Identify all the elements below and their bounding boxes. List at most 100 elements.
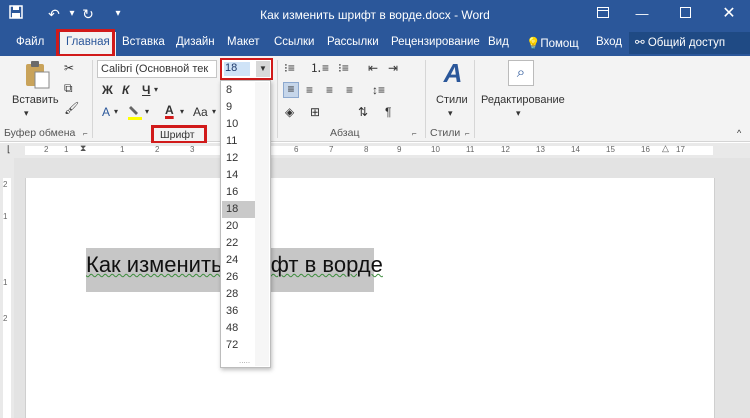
font-size-option[interactable]: 10 xyxy=(222,116,255,133)
title-bar: ↶ ▾ ↻ ▾ Как изменить шрифт в ворде.docx … xyxy=(0,0,750,30)
underline-dropdown-icon[interactable]: ▾ xyxy=(154,86,158,94)
font-size-option[interactable]: 22 xyxy=(222,235,255,252)
tell-me[interactable]: 💡Помощ xyxy=(526,36,579,50)
show-formatting-icon[interactable]: ¶ xyxy=(385,106,391,118)
line-spacing-icon[interactable]: ↕≡ xyxy=(372,84,385,96)
dialog-launcher-icon[interactable]: ⌐ xyxy=(83,129,88,138)
font-size-option[interactable]: 14 xyxy=(222,167,255,184)
indent-marker-icon[interactable]: ⧗ xyxy=(80,144,86,153)
horizontal-ruler[interactable]: ⌊ ⧗ △ 2 1 1 2 3 4 5 6 7 8 9 10 11 12 13 … xyxy=(0,143,750,158)
tab-selector-icon[interactable]: ⌊ xyxy=(7,145,11,154)
editing-button[interactable]: Редактирование xyxy=(481,94,565,106)
close-button[interactable]: ✕ xyxy=(712,0,746,30)
dialog-launcher-icon[interactable]: ⌐ xyxy=(465,129,470,138)
justify-icon[interactable]: ≡ xyxy=(346,84,353,96)
bold-button[interactable]: Ж xyxy=(102,84,113,96)
bullets-icon[interactable]: ⁝≡ xyxy=(284,62,295,74)
ribbon-tabs: Файл Главная Вставка Дизайн Макет Ссылки… xyxy=(0,30,750,56)
document-page[interactable] xyxy=(25,178,715,418)
font-color-glyph: A xyxy=(165,103,174,117)
ribbon-display-icon[interactable] xyxy=(586,0,620,30)
numbering-icon[interactable]: ⒈≡ xyxy=(310,62,329,74)
font-size-option[interactable]: 48 xyxy=(222,320,255,337)
font-size-value[interactable]: 18 xyxy=(224,62,250,76)
vertical-ruler[interactable]: 2 1 1 2 xyxy=(0,158,14,418)
font-size-option[interactable]: 26 xyxy=(222,269,255,286)
maximize-button[interactable] xyxy=(668,0,702,30)
ruler-number: 1 xyxy=(64,145,69,154)
tab-insert[interactable]: Вставка xyxy=(122,36,165,48)
font-size-option[interactable]: 36 xyxy=(222,303,255,320)
font-size-option[interactable]: 20 xyxy=(222,218,255,235)
minimize-button[interactable]: — xyxy=(625,0,659,30)
font-color-dropdown-icon[interactable]: ▾ xyxy=(180,108,184,116)
resize-grip[interactable]: ..... xyxy=(239,356,250,365)
font-size-option[interactable]: 24 xyxy=(222,252,255,269)
sort-icon[interactable]: ⇅ xyxy=(358,106,368,118)
font-size-option-selected[interactable]: 18 xyxy=(222,201,255,218)
chevron-down-icon[interactable]: ▼ xyxy=(256,61,270,77)
font-size-input[interactable]: 18 ▼ xyxy=(220,58,273,80)
ruler-number: 15 xyxy=(606,145,615,154)
vruler-number: 1 xyxy=(3,278,8,287)
right-indent-marker-icon[interactable]: △ xyxy=(662,144,669,153)
tab-mailings[interactable]: Рассылки xyxy=(327,36,379,48)
clipboard-group-label: Буфер обмена xyxy=(4,127,76,139)
paste-dropdown-icon[interactable]: ▾ xyxy=(24,108,29,119)
font-size-option[interactable]: 16 xyxy=(222,184,255,201)
highlight-dropdown-icon[interactable]: ▾ xyxy=(145,108,149,116)
tab-file[interactable]: Файл xyxy=(16,36,44,48)
font-size-option[interactable]: 12 xyxy=(222,150,255,167)
align-center-icon[interactable]: ≡ xyxy=(306,84,313,96)
change-case-button[interactable]: Aa xyxy=(193,106,208,118)
align-right-icon[interactable]: ≡ xyxy=(326,84,333,96)
tab-design[interactable]: Дизайн xyxy=(176,36,215,48)
share-button[interactable]: ⚯ Общий доступ xyxy=(629,32,750,54)
tab-view[interactable]: Вид xyxy=(488,36,509,48)
vruler-number: 2 xyxy=(3,314,8,323)
cut-icon[interactable]: ✂ xyxy=(64,62,74,74)
group-separator xyxy=(92,60,93,138)
editing-dropdown-icon[interactable]: ▾ xyxy=(516,108,521,119)
underline-button[interactable]: Ч xyxy=(142,84,150,96)
font-size-option[interactable]: 8 xyxy=(222,82,255,99)
increase-indent-icon[interactable]: ⇥ xyxy=(388,62,398,74)
dialog-launcher-icon[interactable]: ⌐ xyxy=(412,129,417,138)
text-effects-icon[interactable]: A xyxy=(102,106,110,118)
ruler-number: 17 xyxy=(676,145,685,154)
copy-icon[interactable]: ⧉ xyxy=(64,82,73,94)
font-size-dropdown[interactable]: 8 9 10 11 12 14 16 18 20 22 24 26 28 36 … xyxy=(220,80,271,368)
tab-review[interactable]: Рецензирование xyxy=(391,36,480,48)
styles-button[interactable]: Стили xyxy=(436,94,468,106)
decrease-indent-icon[interactable]: ⇤ xyxy=(368,62,378,74)
ruler-number: 13 xyxy=(536,145,545,154)
borders-icon[interactable]: ⊞ xyxy=(310,106,320,118)
tab-references[interactable]: Ссылки xyxy=(274,36,315,48)
case-dropdown-icon[interactable]: ▾ xyxy=(212,108,216,116)
tab-home[interactable]: Главная xyxy=(60,32,116,56)
font-size-option[interactable]: 28 xyxy=(222,286,255,303)
font-size-option[interactable]: 9 xyxy=(222,99,255,116)
multilevel-list-icon[interactable]: ⁝≡ xyxy=(338,62,349,74)
format-painter-icon[interactable]: 🖌 xyxy=(64,102,79,114)
tab-layout[interactable]: Макет xyxy=(227,36,260,48)
lightbulb-icon: 💡 xyxy=(526,38,541,50)
collapse-ribbon-icon[interactable]: ^ xyxy=(737,128,741,138)
paste-icon[interactable] xyxy=(22,60,52,90)
sign-in-link[interactable]: Вход xyxy=(596,36,622,48)
dropdown-scrollbar[interactable] xyxy=(255,82,269,366)
ruler-number: 3 xyxy=(190,145,195,154)
align-left-icon[interactable]: ≡ xyxy=(283,82,299,98)
effects-dropdown-icon[interactable]: ▾ xyxy=(114,108,118,116)
font-color-button[interactable]: A xyxy=(165,104,174,116)
font-size-option[interactable]: 11 xyxy=(222,133,255,150)
paste-label[interactable]: Вставить xyxy=(12,94,59,106)
styles-dropdown-icon[interactable]: ▾ xyxy=(448,108,453,119)
highlight-icon[interactable] xyxy=(128,104,142,122)
shading-icon[interactable]: ◈ xyxy=(285,106,294,118)
search-icon[interactable]: ⌕ xyxy=(508,60,534,86)
styles-icon[interactable]: A xyxy=(440,60,466,90)
font-size-option[interactable]: 72 xyxy=(222,337,255,354)
font-name-input[interactable]: Calibri (Основной тек xyxy=(97,60,217,78)
italic-button[interactable]: К xyxy=(122,84,129,96)
